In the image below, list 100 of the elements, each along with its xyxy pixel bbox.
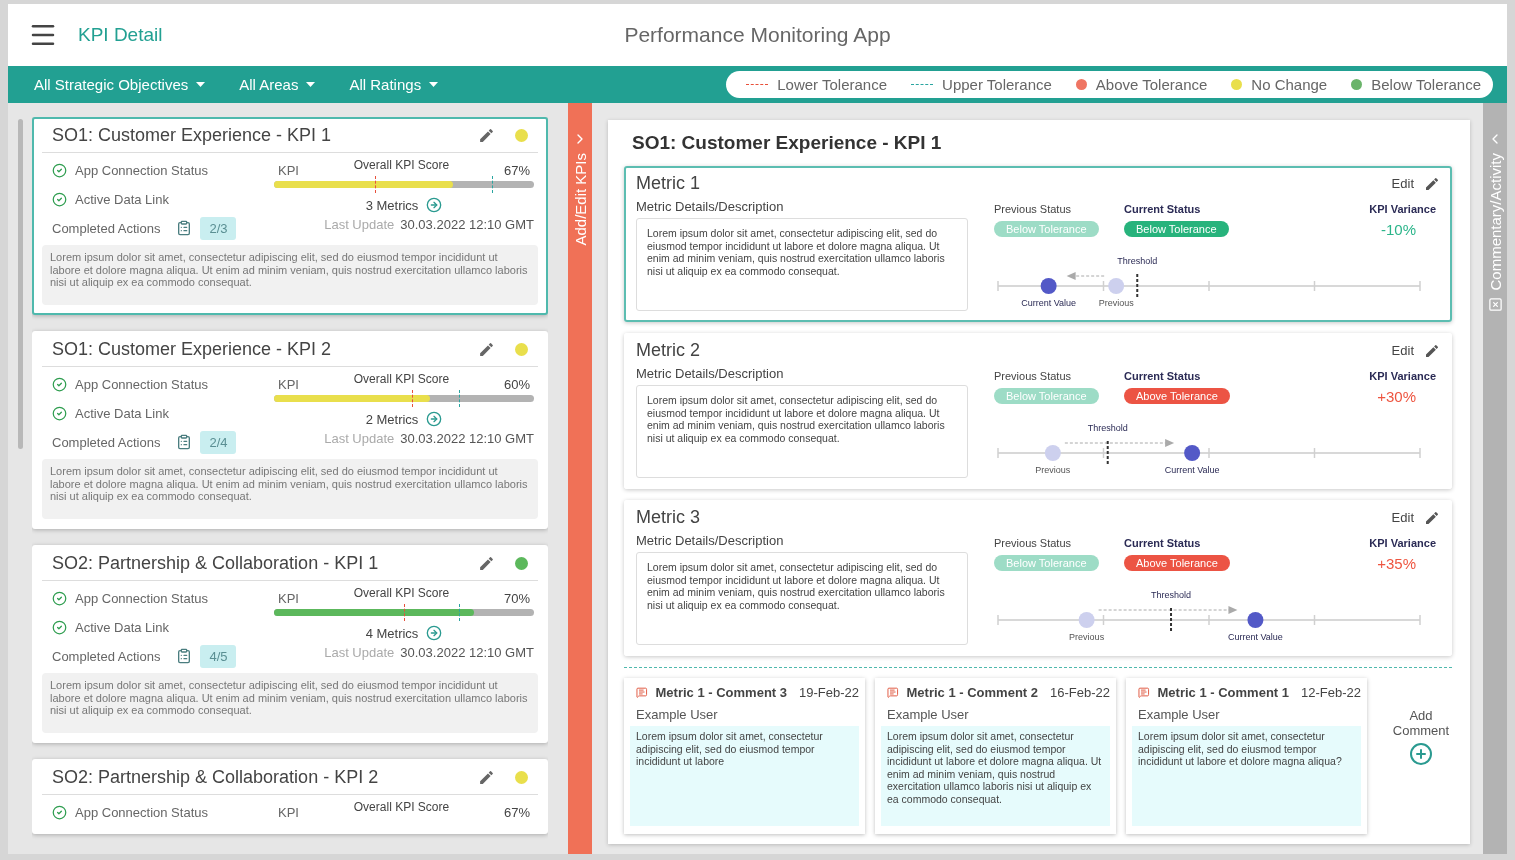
legend-label: Upper Tolerance	[942, 76, 1052, 93]
update-label: Last Update	[324, 217, 395, 232]
comment-date: 16-Feb-22	[1050, 685, 1110, 700]
metric-title: Metric 2	[636, 340, 701, 361]
current-status-pill: Above Tolerance	[1124, 388, 1230, 404]
score-label: Overall KPI Score	[353, 586, 450, 600]
kpi-title: SO2: Partnership & Collaboration - KPI 1	[52, 553, 380, 574]
caret-icon	[306, 82, 316, 87]
details-label: Metric Details/Description	[636, 366, 785, 381]
caret-icon	[196, 82, 206, 87]
metrics-link[interactable]: 3 Metrics	[365, 197, 443, 213]
current-status-label: Current Status	[1124, 370, 1201, 382]
metric-title: Metric 1	[636, 173, 701, 194]
pencil-icon	[1424, 342, 1440, 359]
current-label: Current Value	[1228, 632, 1283, 642]
comment-title: Metric 1 - Comment 1	[1157, 685, 1289, 700]
actions-label: Completed Actions	[52, 434, 161, 450]
comment-user: Example User	[635, 706, 719, 724]
kpi-title: SO1: Customer Experience - KPI 2	[52, 339, 333, 360]
legend-label: Lower Tolerance	[777, 76, 888, 93]
arrow-circle-icon	[426, 197, 443, 213]
metric-card[interactable]	[624, 166, 1452, 322]
pencil-icon	[1424, 175, 1440, 192]
legend-label: Below Tolerance	[1371, 76, 1481, 93]
check-label: App Connection Status	[75, 376, 208, 392]
details-label: Metric Details/Description	[636, 533, 785, 548]
comment-title: Metric 1 - Comment 3	[655, 685, 787, 700]
clipboard-icon	[176, 648, 193, 664]
previous-status-label: Previous Status	[994, 203, 1072, 215]
kpi-label: KPI	[278, 163, 299, 178]
check-icon	[52, 376, 67, 392]
previous-label: Previous	[1069, 632, 1105, 642]
previous-status-pill: Below Tolerance	[994, 555, 1099, 571]
metrics-link[interactable]: 2 Metrics	[365, 411, 443, 427]
current-label: Current Value	[1021, 298, 1077, 308]
edit-icon[interactable]	[478, 555, 495, 572]
actions-label: Completed Actions	[52, 220, 161, 236]
update-time: 30.03.2022 12:10 GMT	[400, 217, 534, 232]
edit-icon[interactable]	[478, 341, 495, 358]
current-status-label: Current Status	[1124, 537, 1201, 549]
clipboard-icon	[176, 220, 193, 236]
update-label: Last Update	[324, 645, 395, 660]
add-comment-button[interactable]: Add Comment	[1391, 678, 1451, 834]
score-label: Overall KPI Score	[353, 372, 450, 386]
metric-description: Lorem ipsum dolor sit amet, consectetur adipiscing elit, sed do eiusmod tempor incididunt ut labore et dolore magna aliqua. Ut enim ad minim veniam, quis nostrud exercitation ullamco laboris nisi ut aliquip ex ea commodo consequat.	[636, 385, 968, 478]
caret-icon	[429, 82, 439, 87]
variance-value: +30%	[1377, 388, 1416, 405]
comment-user: Example User	[1137, 706, 1221, 724]
comment-text: Lorem ipsum dolor sit amet, consectetur adipiscing elit, sed do eiusmod tempor incididunt ut labore et dolore magna aliqua. Ut enim ad minim veniam, quis nostrud exercitation ullamco laboris nisi ut aliquip ex ea commodo consequat.	[881, 726, 1110, 826]
threshold-label: Threshold	[1117, 256, 1158, 266]
kpi-card[interactable]	[32, 117, 548, 315]
variance-value: +35%	[1377, 555, 1416, 572]
actions-count: 4/5	[200, 644, 237, 668]
arrow-circle-icon	[426, 625, 443, 641]
comment-title: Metric 1 - Comment 2	[906, 685, 1038, 700]
edit-button[interactable]: Edit	[1391, 342, 1440, 359]
variance-label: KPI Variance	[1369, 370, 1436, 382]
metric-title: Metric 3	[636, 507, 701, 528]
kpi-label: KPI	[278, 805, 299, 820]
actions-label: Completed Actions	[52, 648, 161, 664]
kpi-label: KPI	[278, 591, 299, 606]
clipboard-icon	[176, 434, 193, 450]
edit-button[interactable]: Edit	[1391, 175, 1440, 192]
legend-label: No Change	[1251, 76, 1328, 93]
edit-icon[interactable]	[478, 769, 495, 786]
update-label: Last Update	[324, 431, 395, 446]
current-label: Current Value	[1164, 465, 1220, 475]
check-icon	[52, 590, 67, 606]
check-icon	[52, 619, 67, 635]
kpi-description: Lorem ipsum dolor sit amet, consectetur adipiscing elit, sed do eiusmod tempor incididunt ut labore et dolore magna aliqua. Ut enim ad minim veniam, quis nostrud exercitation ullamco laboris nisi ut aliquip ex ea commodo consequat.	[42, 245, 538, 305]
crossed-box-icon	[1487, 296, 1503, 312]
score-label: Overall KPI Score	[353, 800, 450, 814]
kpi-card[interactable]: SO2: Partnership & Collaboration - KPI 2 App Connection Status KPI Overall KPI Score 67%	[32, 759, 548, 834]
check-icon	[52, 162, 67, 178]
check-label: Active Data Link	[75, 191, 169, 207]
detail-title: SO1: Customer Experience - KPI 1	[631, 132, 943, 155]
page-title: KPI Detail	[78, 24, 163, 46]
metric-description: Lorem ipsum dolor sit amet, consectetur adipiscing elit, sed do eiusmod tempor incididunt ut labore et dolore magna aliqua. Ut enim ad minim veniam, quis nostrud exercitation ullamco laboris nisi ut aliquip ex ea commodo consequat.	[636, 218, 968, 311]
check-icon	[52, 804, 67, 820]
edit-icon[interactable]	[478, 127, 495, 144]
threshold-label: Threshold	[1087, 423, 1128, 433]
check-label: App Connection Status	[75, 804, 208, 820]
actions-count: 2/4	[200, 430, 237, 454]
current-status-label: Current Status	[1124, 203, 1201, 215]
previous-status-label: Previous Status	[994, 537, 1072, 549]
variance-label: KPI Variance	[1369, 203, 1436, 215]
score-label: Overall KPI Score	[353, 158, 450, 172]
kpi-label: KPI	[278, 377, 299, 392]
edit-button[interactable]: Edit	[1391, 509, 1440, 526]
scrollbar[interactable]	[18, 119, 23, 449]
previous-status-pill: Below Tolerance	[994, 388, 1099, 404]
metrics-link[interactable]: 4 Metrics	[365, 625, 443, 641]
score-value: 60%	[503, 377, 530, 392]
kpi-description: Lorem ipsum dolor sit amet, consectetur adipiscing elit, sed do eiusmod tempor incididunt ut labore et dolore magna aliqua. Ut enim ad minim veniam, quis nostrud exercitation ullamco laboris nisi ut aliquip ex ea commodo consequat.	[42, 459, 538, 519]
arrow-circle-icon	[426, 411, 443, 427]
threshold-label: Threshold	[1151, 590, 1192, 600]
update-time: 30.03.2022 12:10 GMT	[400, 431, 534, 446]
kpi-title: SO1: Customer Experience - KPI 1	[52, 125, 333, 146]
check-label: App Connection Status	[75, 162, 208, 178]
comment-text: Lorem ipsum dolor sit amet, consectetur adipiscing elit, sed do eiusmod tempor incididunt ut labore	[630, 726, 859, 826]
